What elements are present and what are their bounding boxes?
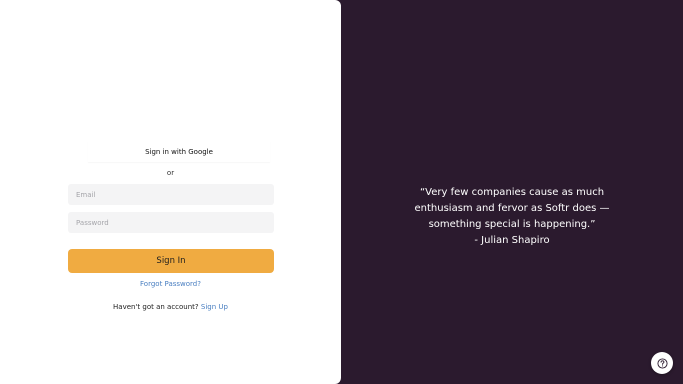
sign-in-button[interactable]: Sign In	[68, 249, 274, 273]
no-account-text: Haven't got an account?	[113, 303, 199, 311]
question-circle-icon	[656, 357, 668, 369]
or-divider: or	[166, 169, 175, 177]
sign-up-link[interactable]: Sign Up	[201, 303, 228, 311]
email-input[interactable]	[68, 184, 274, 205]
sign-in-label: Sign In	[156, 256, 186, 266]
forgot-password-link[interactable]: Forgot Password?	[0, 280, 341, 288]
testimonial-author: - Julian Shapiro	[474, 235, 550, 246]
testimonial: “Very few companies cause as much enthus…	[341, 185, 683, 249]
testimonial-quote: “Very few companies cause as much enthus…	[414, 187, 610, 230]
password-input[interactable]	[68, 212, 274, 233]
help-button[interactable]	[651, 352, 673, 374]
testimonial-panel: “Very few companies cause as much enthus…	[341, 0, 683, 384]
google-sign-in-label: Sign in with Google	[145, 147, 213, 156]
google-sign-in-button[interactable]: Sign in with Google	[88, 141, 270, 162]
sign-in-panel: Sign in with Google or Sign In Forgot Pa…	[0, 0, 341, 384]
signup-prompt: Haven't got an account? Sign Up	[0, 303, 341, 311]
